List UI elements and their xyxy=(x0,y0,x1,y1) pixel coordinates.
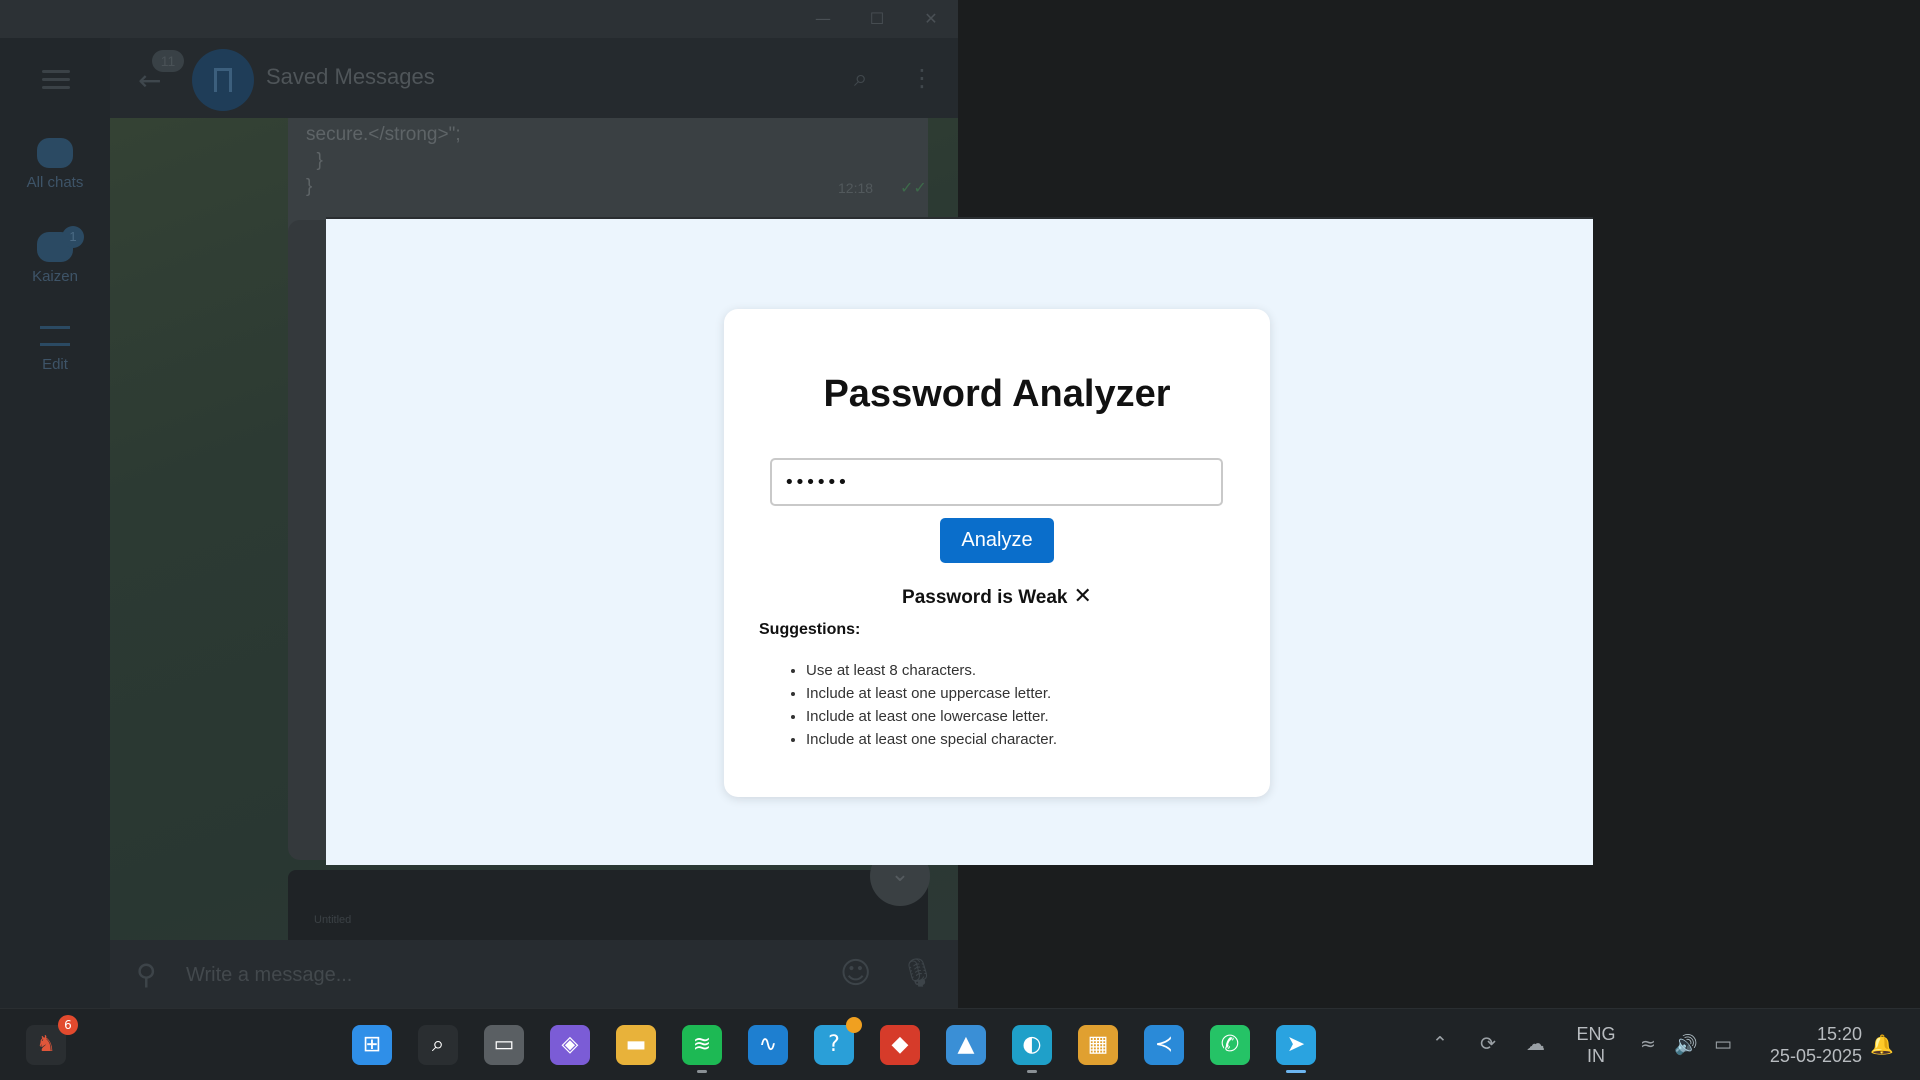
app-glyph: ▭ xyxy=(493,1032,515,1057)
folder-label: All chats xyxy=(26,174,84,191)
suggestions-list: Use at least 8 characters. Include at le… xyxy=(806,659,1057,751)
emoji-icon[interactable]: ☺ xyxy=(840,956,871,991)
folder-label: Kaizen xyxy=(32,268,78,285)
app-glyph: ◐ xyxy=(1022,1032,1042,1057)
maximize-icon[interactable]: ☐ xyxy=(866,8,888,30)
folder-sidebar: All chats 1 Kaizen Edit xyxy=(0,38,110,1008)
spotify-icon[interactable]: ≋ xyxy=(682,1025,722,1073)
notification-bell-icon[interactable]: 🔔 xyxy=(1870,1033,1894,1056)
store-icon[interactable]: ▦ xyxy=(1078,1025,1118,1065)
folder-label: Edit xyxy=(42,356,68,373)
sliders-icon xyxy=(40,326,70,346)
help-icon[interactable]: ? xyxy=(814,1017,862,1065)
unread-badge: 1 xyxy=(62,226,84,248)
chat-header: ← 11 Saved Messages ⌕ ⋮ xyxy=(110,38,958,118)
suggestions-heading: Suggestions: xyxy=(759,621,861,638)
app-glyph: ≋ xyxy=(692,1032,712,1057)
clock-time: 15:20 xyxy=(1816,1024,1862,1044)
windows-start-icon[interactable]: ⊞ xyxy=(352,1025,392,1065)
app-glyph: ▬ xyxy=(625,1032,647,1057)
strength-result: Password is Weak ✕ xyxy=(724,584,1270,609)
list-item: Include at least one lowercase letter. xyxy=(806,705,1057,728)
brave-icon[interactable]: ♞ 6 xyxy=(26,1015,78,1065)
running-indicator xyxy=(697,1070,707,1073)
activity-monitor-icon[interactable]: ∿ xyxy=(748,1025,788,1065)
app-glyph: ∿ xyxy=(758,1032,778,1057)
clock[interactable]: 15:20 25-05-2025 xyxy=(1752,1023,1862,1067)
app-glyph: ✆ xyxy=(1220,1032,1240,1057)
app-glyph: ≺ xyxy=(1154,1032,1174,1057)
app-glyph: ◆ xyxy=(891,1032,909,1057)
chevron-down-icon: ⌄ xyxy=(890,862,910,887)
language-indicator[interactable]: ENG IN xyxy=(1568,1023,1624,1067)
sync-icon[interactable]: ⟳ xyxy=(1480,1033,1496,1055)
edge-icon[interactable]: ◐ xyxy=(1012,1025,1052,1073)
app-glyph: ➤ xyxy=(1286,1032,1306,1057)
analyze-button[interactable]: Analyze xyxy=(940,518,1054,563)
cloud-icon[interactable]: ☁ xyxy=(1526,1033,1545,1055)
folder-all-chats[interactable]: All chats xyxy=(0,138,110,191)
list-item: Use at least 8 characters. xyxy=(806,659,1057,682)
chat-title[interactable]: Saved Messages xyxy=(266,64,435,90)
wifi-icon[interactable]: ≈ xyxy=(1640,1033,1656,1055)
read-check-icon: ✓✓ xyxy=(900,178,927,197)
status-dot xyxy=(846,1017,862,1033)
cross-icon: ✕ xyxy=(1073,584,1092,609)
title-bar: — ☐ ✕ xyxy=(0,0,958,38)
app-glyph: ▲ xyxy=(957,1032,975,1057)
search-icon[interactable]: ⌕ xyxy=(418,1025,458,1065)
more-options-icon[interactable]: ⋮ xyxy=(910,64,934,92)
close-icon[interactable]: ✕ xyxy=(920,8,942,30)
app-glyph: ◈ xyxy=(561,1032,579,1057)
password-field[interactable] xyxy=(770,458,1223,506)
language-code: ENG xyxy=(1576,1024,1616,1044)
whatsapp-icon[interactable]: ✆ xyxy=(1210,1025,1250,1065)
app-glyph: ⊞ xyxy=(362,1032,382,1057)
bookmark-icon xyxy=(214,68,232,92)
notification-badge: 6 xyxy=(58,1015,78,1035)
copilot-icon[interactable]: ◈ xyxy=(550,1025,590,1065)
message-code-text: secure.</strong>"; } } xyxy=(306,124,461,197)
message-input[interactable] xyxy=(186,960,786,990)
attach-icon[interactable]: ⚲ xyxy=(136,958,157,991)
file-explorer-icon[interactable]: ▬ xyxy=(616,1025,656,1065)
volume-icon[interactable]: 🔊 xyxy=(1674,1033,1698,1056)
photos-icon[interactable]: ▲ xyxy=(946,1025,986,1065)
unread-count-badge: 11 xyxy=(152,50,184,72)
message-composer: ⚲ ☺ 🎙 xyxy=(110,940,958,1008)
running-indicator xyxy=(1027,1070,1037,1073)
list-item: Include at least one uppercase letter. xyxy=(806,682,1057,705)
thumbnail-text: Untitled xyxy=(314,914,352,926)
message-time: 12:18 xyxy=(838,180,874,196)
app-glyph: ? xyxy=(828,1032,840,1057)
search-icon[interactable]: ⌕ xyxy=(854,64,867,92)
chevron-up-icon[interactable]: ⌃ xyxy=(1432,1033,1448,1055)
folder-edit[interactable]: Edit xyxy=(0,326,110,373)
microphone-icon[interactable]: 🎙 xyxy=(900,956,936,989)
minimize-icon[interactable]: — xyxy=(812,8,834,30)
active-indicator xyxy=(1286,1070,1306,1073)
task-view-icon[interactable]: ▭ xyxy=(484,1025,524,1065)
list-item: Include at least one special character. xyxy=(806,728,1057,751)
folder-kaizen[interactable]: 1 Kaizen xyxy=(0,226,110,285)
taskbar: ♞ 6 ⊞ ⌕ ▭ ◈ ▬ ≋ ∿ ? ◆ ▲ ◐ ▦ ≺ ✆ ➤ ⌃ ⟳ ☁ E… xyxy=(0,1008,1920,1080)
app-glyph: ⌕ xyxy=(431,1032,445,1057)
telegram-icon[interactable]: ➤ xyxy=(1276,1025,1316,1073)
chat-bubbles-icon xyxy=(37,138,73,168)
page-title: Password Analyzer xyxy=(823,373,1171,415)
shield-app-icon[interactable]: ◆ xyxy=(880,1025,920,1065)
region-code: IN xyxy=(1587,1046,1605,1066)
result-text: Password is Weak xyxy=(902,587,1068,608)
menu-icon[interactable] xyxy=(42,70,70,90)
clock-date: 25-05-2025 xyxy=(1769,1046,1862,1066)
screenshot-thumbnail[interactable]: Untitled xyxy=(288,870,928,940)
app-glyph: ▦ xyxy=(1087,1032,1109,1057)
saved-messages-avatar[interactable] xyxy=(192,49,254,111)
password-analyzer-card: Password Analyzer Analyze Password is We… xyxy=(724,309,1270,797)
vscode-icon[interactable]: ≺ xyxy=(1144,1025,1184,1065)
battery-icon[interactable]: ▭ xyxy=(1714,1033,1732,1055)
image-preview[interactable]: Password Analyzer Analyze Password is We… xyxy=(326,217,1593,865)
